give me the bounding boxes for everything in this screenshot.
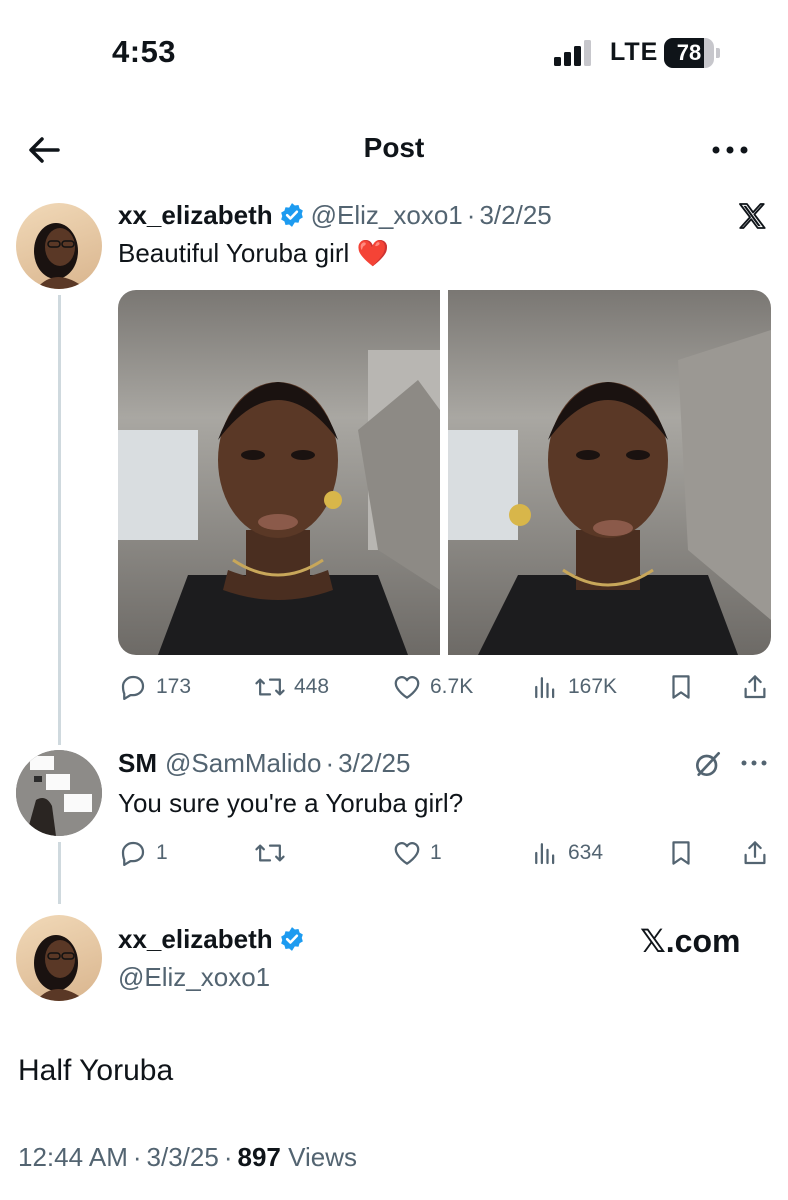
avatar[interactable] [16, 203, 102, 289]
grok-icon[interactable] [692, 748, 724, 780]
repost-button[interactable]: 448 [254, 672, 329, 702]
display-name[interactable]: xx_elizabeth [118, 200, 273, 230]
heart-emoji: ❤️ [356, 238, 389, 268]
analytics-icon [535, 843, 555, 865]
author-name-row: xx_elizabeth [118, 924, 311, 955]
like-button[interactable]: 1 [392, 838, 442, 868]
avatar-photo [34, 935, 86, 1001]
reply-count: 173 [156, 675, 192, 698]
post-time[interactable]: 12:44 AM [18, 1142, 128, 1172]
handle[interactable]: @Eliz_xoxo1 [118, 962, 270, 993]
heart-icon [394, 842, 420, 865]
views-count: 897 [237, 1142, 281, 1172]
reply-count: 1 [156, 841, 168, 864]
views-button[interactable]: 634 [530, 838, 603, 868]
views-label: Views [288, 1142, 358, 1172]
battery-level: 78 [676, 40, 702, 65]
reply-icon [121, 675, 145, 700]
post-text: Beautiful Yoruba girl [118, 238, 350, 268]
thread-line [58, 842, 61, 904]
battery-icon: 78 [664, 38, 722, 68]
verified-badge-icon [280, 927, 303, 951]
more-options-icon[interactable] [710, 140, 750, 160]
display-name[interactable]: xx_elizabeth [118, 924, 273, 954]
signal-icon [554, 40, 591, 66]
like-button[interactable]: 6.7K [392, 672, 473, 702]
views-button[interactable]: 167K [530, 672, 617, 702]
network-label: LTE [610, 38, 659, 66]
like-count: 1 [430, 841, 442, 864]
repost-icon [255, 678, 285, 696]
share-icon[interactable] [740, 838, 770, 868]
main-post-text: Half Yoruba [18, 1054, 174, 1087]
views-count: 634 [568, 841, 604, 864]
x-logo-icon[interactable] [736, 200, 768, 232]
avatar-photo [34, 223, 86, 289]
post-date[interactable]: 3/3/25 [147, 1142, 219, 1172]
thread-line [58, 295, 61, 745]
analytics-icon [535, 677, 555, 699]
avatar-photo [16, 750, 102, 836]
like-count: 6.7K [430, 675, 474, 698]
avatar[interactable] [16, 915, 102, 1001]
reply-button[interactable]: 173 [118, 672, 191, 702]
bookmark-icon[interactable] [666, 672, 696, 702]
more-options-icon[interactable] [740, 756, 768, 770]
views-count: 167K [568, 675, 618, 698]
post-date[interactable]: 3/2/25 [338, 748, 410, 778]
post-header: xx_elizabeth @Eliz_xoxo1 · 3/2/25 [118, 200, 552, 231]
reply-text: You sure you're a Yoruba girl? [118, 788, 464, 818]
separator: · [325, 748, 335, 778]
post-date[interactable]: 3/2/25 [479, 200, 551, 230]
page-title: Post [363, 132, 425, 163]
display-name[interactable]: SM [118, 748, 157, 778]
media-photo-2[interactable] [448, 290, 771, 655]
reply-header: SM @SamMalido · 3/2/25 [118, 748, 410, 779]
share-icon[interactable] [740, 672, 770, 702]
handle[interactable]: @Eliz_xoxo1 [311, 200, 463, 230]
media-grid [118, 290, 771, 655]
reply-button[interactable]: 1 [118, 838, 168, 868]
heart-icon [394, 676, 420, 699]
repost-button[interactable] [254, 838, 294, 868]
bookmark-icon[interactable] [666, 838, 696, 868]
post-text-row: Beautiful Yoruba girl ❤️ [118, 238, 389, 269]
verified-badge-icon [280, 203, 303, 227]
separator: · [223, 1142, 233, 1172]
repost-icon [255, 844, 285, 862]
separator: · [466, 200, 476, 230]
handle[interactable]: @SamMalido [165, 748, 321, 778]
brand-watermark: 𝕏.com [640, 923, 741, 959]
post-meta: 12:44 AM · 3/3/25 · 897 Views [18, 1142, 357, 1173]
separator: · [132, 1142, 142, 1172]
media-photo-1[interactable] [118, 290, 440, 655]
repost-count: 448 [294, 675, 330, 698]
reply-icon [121, 841, 145, 866]
status-time: 4:53 [112, 34, 177, 69]
avatar[interactable] [16, 750, 102, 836]
